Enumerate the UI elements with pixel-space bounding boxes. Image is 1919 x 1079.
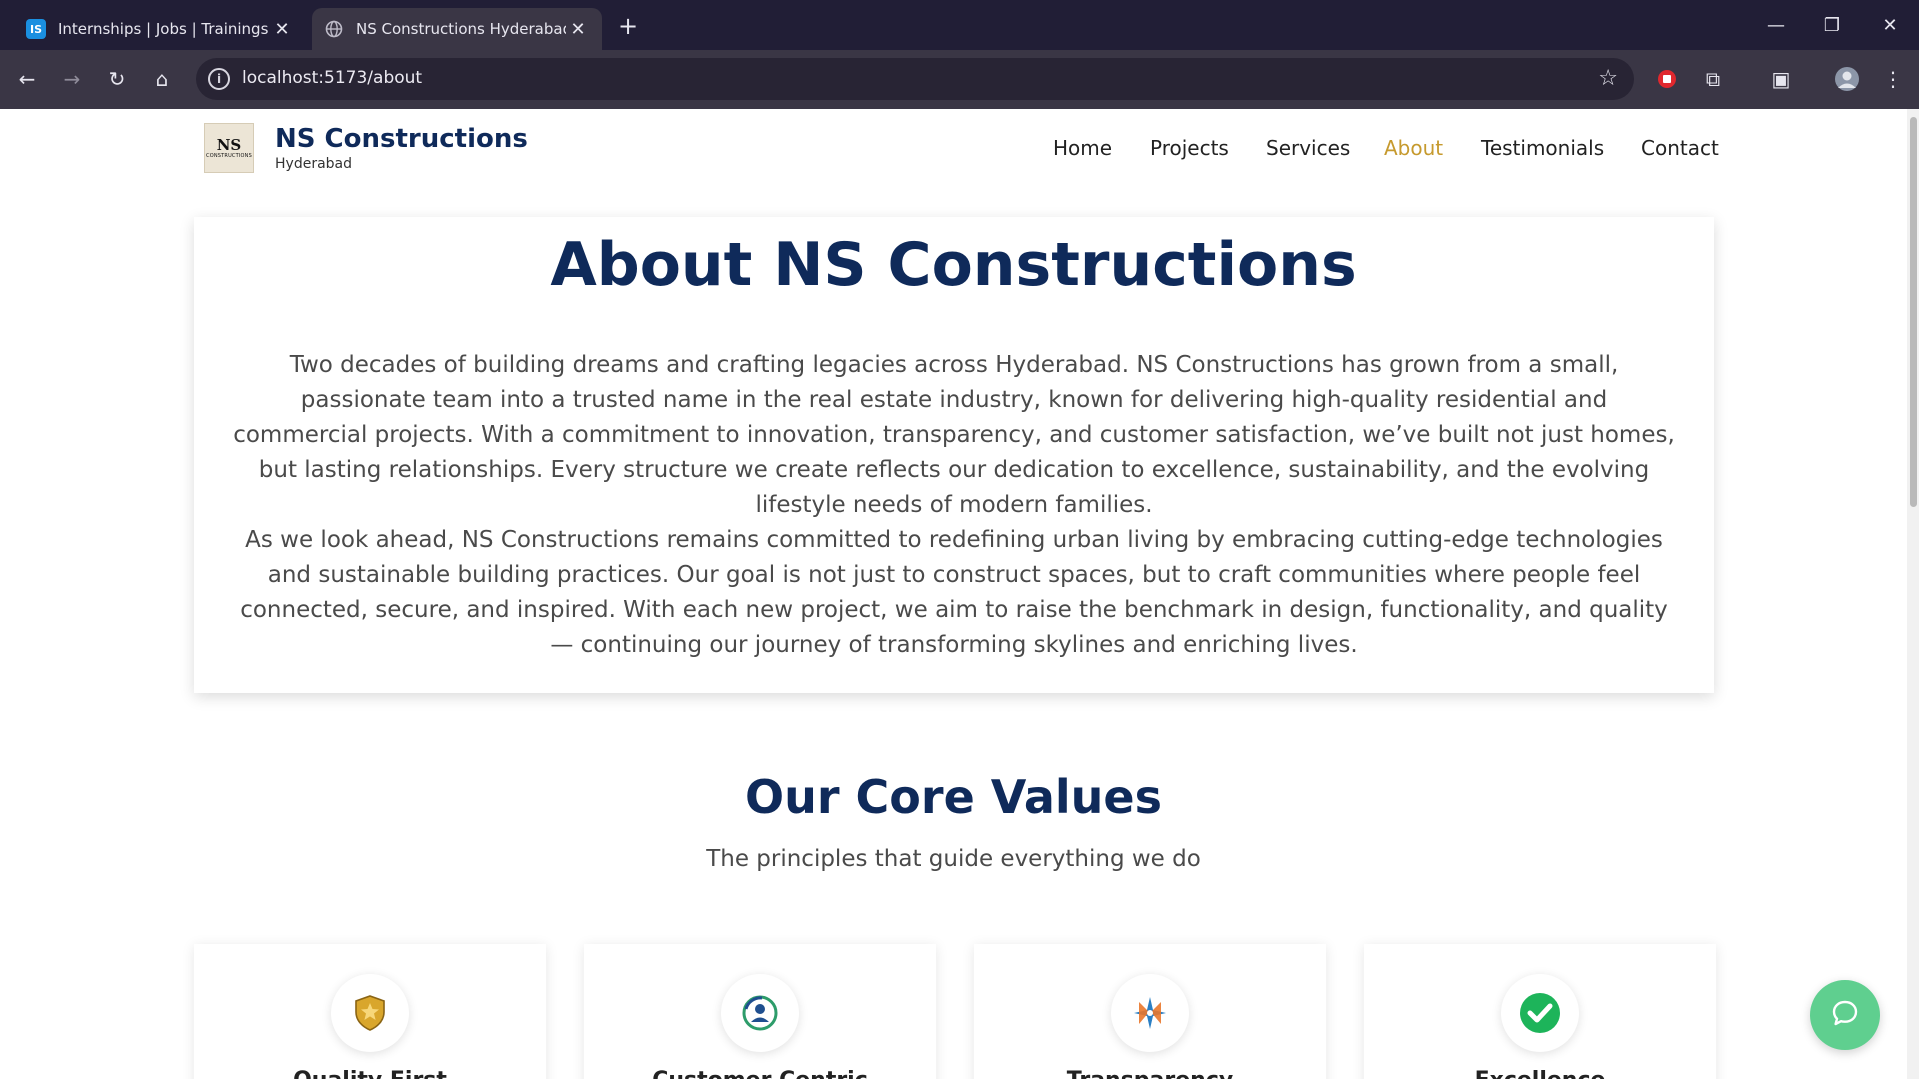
value-card-transparency: Transparency: [974, 944, 1326, 1079]
nav-testimonials[interactable]: Testimonials: [1481, 136, 1604, 160]
window-close-icon[interactable]: ✕: [1872, 8, 1908, 42]
tab-title: NS Constructions Hyderabad - I: [356, 20, 566, 38]
scrollbar-thumb[interactable]: [1910, 117, 1917, 507]
about-paragraph-1: Two decades of building dreams and craft…: [233, 352, 1675, 518]
reload-icon[interactable]: ↻: [100, 62, 134, 96]
value-card-quality: Quality First: [194, 944, 546, 1079]
tab-favicon-icon: IS: [26, 19, 46, 39]
check-icon: [1501, 974, 1579, 1052]
page-scrollbar[interactable]: [1907, 109, 1919, 1079]
shield-icon: [331, 974, 409, 1052]
menu-kebab-icon[interactable]: ⋮: [1876, 62, 1910, 96]
chat-bubble-icon: [1830, 998, 1860, 1032]
browser-tab[interactable]: IS Internships | Jobs | Trainings & I ✕: [14, 8, 306, 50]
browser-tab-active[interactable]: NS Constructions Hyderabad - I ✕: [312, 8, 602, 50]
company-logo[interactable]: NS CONSTRUCTIONS: [204, 123, 254, 173]
value-card-excellence: Excellence: [1364, 944, 1716, 1079]
site-header: NS CONSTRUCTIONS NS Constructions Hydera…: [0, 109, 1907, 189]
value-name: Excellence: [1364, 1068, 1716, 1079]
new-tab-icon[interactable]: +: [614, 12, 642, 40]
bookmark-star-icon[interactable]: ☆: [1598, 66, 1618, 91]
extension-stop-icon[interactable]: [1650, 62, 1684, 96]
logo-subtext: CONSTRUCTIONS: [206, 153, 252, 159]
cast-search-icon[interactable]: ▣: [1764, 62, 1798, 96]
tab-title: Internships | Jobs | Trainings & I: [58, 20, 270, 38]
site-info-icon[interactable]: i: [208, 68, 230, 90]
back-icon[interactable]: ←: [10, 62, 44, 96]
value-name: Transparency: [974, 1068, 1326, 1079]
chat-button[interactable]: [1810, 980, 1880, 1050]
home-icon[interactable]: ⌂: [145, 62, 179, 96]
innovation-icon: [1111, 974, 1189, 1052]
brand-city: Hyderabad: [275, 156, 352, 172]
nav-services[interactable]: Services: [1266, 136, 1350, 160]
nav-projects[interactable]: Projects: [1150, 136, 1229, 160]
minimize-icon[interactable]: —: [1758, 8, 1794, 42]
close-icon[interactable]: ✕: [270, 17, 294, 41]
about-paragraph-2: As we look ahead, NS Constructions remai…: [240, 527, 1668, 658]
browser-toolbar: ← → ↻ ⌂ i localhost:5173/about ☆ ⧉ ▣ ⋮: [0, 50, 1919, 109]
logo-mark: NS: [216, 136, 242, 154]
extensions-puzzle-icon[interactable]: ⧉: [1696, 62, 1730, 96]
close-icon[interactable]: ✕: [566, 17, 590, 41]
nav-home[interactable]: Home: [1053, 136, 1112, 160]
profile-avatar-icon[interactable]: [1830, 62, 1864, 96]
page-viewport: NS CONSTRUCTIONS NS Constructions Hydera…: [0, 109, 1907, 1079]
restore-icon[interactable]: ❐: [1814, 8, 1850, 42]
value-card-customer: Customer Centric: [584, 944, 936, 1079]
core-values-title: Our Core Values: [744, 770, 1163, 824]
customer-icon: [721, 974, 799, 1052]
address-bar[interactable]: i localhost:5173/about ☆: [196, 58, 1634, 100]
url-text[interactable]: localhost:5173/about: [242, 68, 422, 88]
value-name: Quality First: [194, 1068, 546, 1079]
nav-contact[interactable]: Contact: [1641, 136, 1719, 160]
forward-icon[interactable]: →: [55, 62, 89, 96]
value-name: Customer Centric: [584, 1068, 936, 1079]
browser-tab-bar: IS Internships | Jobs | Trainings & I ✕ …: [0, 0, 1919, 50]
core-values-subtitle: The principles that guide everything we …: [706, 846, 1201, 872]
about-title: About NS Constructions: [550, 230, 1357, 300]
brand-name[interactable]: NS Constructions: [275, 124, 528, 154]
nav-about[interactable]: About: [1384, 136, 1443, 160]
globe-icon: [324, 19, 344, 39]
